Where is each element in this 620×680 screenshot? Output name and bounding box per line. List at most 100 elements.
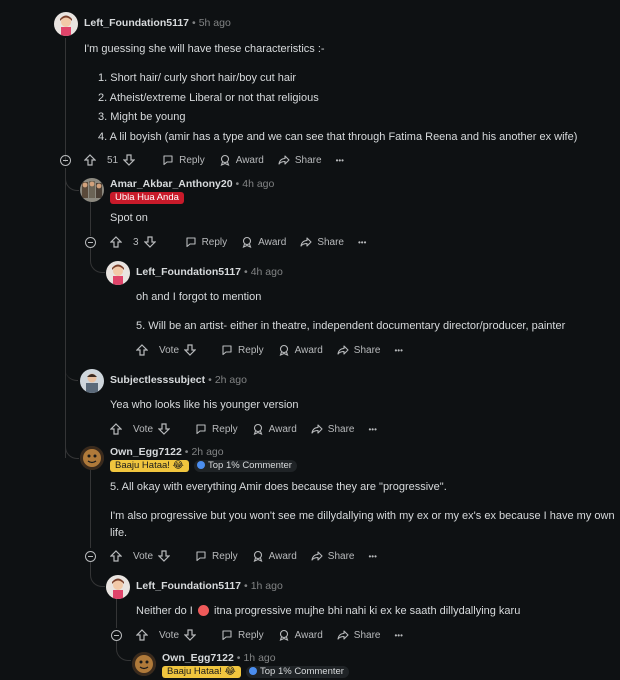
reply-button[interactable]: Reply bbox=[162, 154, 205, 166]
username[interactable]: Left_Foundation5117 bbox=[84, 17, 189, 29]
timestamp[interactable]: 1h ago bbox=[251, 580, 283, 592]
downvote-icon[interactable] bbox=[184, 629, 197, 641]
vote-group: 51 bbox=[84, 154, 140, 166]
separator-dot: • bbox=[236, 652, 241, 664]
downvote-icon[interactable] bbox=[158, 550, 171, 562]
avatar[interactable] bbox=[80, 178, 104, 202]
award-icon bbox=[242, 236, 252, 248]
comment-meta: Left_Foundation5117 • 5h ago bbox=[84, 17, 231, 29]
reply-label: Reply bbox=[238, 629, 264, 641]
more-options-button[interactable]: ••• bbox=[358, 238, 366, 247]
timestamp[interactable]: 2h ago bbox=[215, 374, 247, 386]
thread-connector bbox=[116, 640, 131, 661]
comment-text: oh and I forgot to mention bbox=[136, 291, 262, 303]
reply-label: Reply bbox=[201, 236, 228, 248]
reply-label: Reply bbox=[212, 550, 238, 562]
thread-line bbox=[90, 200, 91, 236]
reply-button[interactable]: Reply bbox=[195, 423, 238, 435]
username[interactable]: Left_Foundation5117 bbox=[136, 266, 241, 278]
collapse-thread-button[interactable] bbox=[85, 237, 96, 248]
timestamp[interactable]: 1h ago bbox=[243, 652, 275, 664]
vote-group: 3 bbox=[110, 236, 161, 248]
username[interactable]: Own_Egg7122 bbox=[162, 652, 234, 664]
upvote-icon[interactable] bbox=[110, 236, 122, 248]
award-button[interactable]: Award bbox=[219, 154, 264, 166]
comment-actions: Vote Reply Award Share ••• bbox=[110, 423, 391, 435]
downvote-icon[interactable] bbox=[123, 154, 136, 166]
upvote-icon[interactable] bbox=[110, 550, 122, 562]
award-button[interactable]: Award bbox=[278, 344, 323, 356]
vote-count: 3 bbox=[133, 236, 139, 248]
list-item: 1. Short hair/ curly short hair/boy cut … bbox=[98, 72, 297, 84]
vote-count: Vote bbox=[159, 344, 180, 356]
separator-dot: • bbox=[192, 17, 196, 29]
collapse-thread-button[interactable] bbox=[111, 630, 122, 641]
more-options-button[interactable]: ••• bbox=[394, 631, 402, 640]
upvote-icon[interactable] bbox=[110, 423, 122, 435]
username[interactable]: Left_Foundation5117 bbox=[136, 580, 241, 592]
award-button[interactable]: Award bbox=[241, 236, 286, 248]
separator-dot: • bbox=[184, 446, 189, 458]
share-label: Share bbox=[327, 423, 355, 435]
reply-button[interactable]: Reply bbox=[185, 236, 228, 248]
badge-icon bbox=[197, 461, 205, 469]
comment-text-part: itna progressive mujhe bhi nahi ki ex ke… bbox=[214, 605, 521, 617]
award-label: Award bbox=[235, 154, 264, 166]
reply-icon bbox=[186, 237, 196, 248]
reply-button[interactable]: Reply bbox=[195, 550, 238, 562]
avatar[interactable] bbox=[106, 575, 130, 599]
comment-actions: 51 Reply Award Share ••• bbox=[84, 154, 358, 166]
downvote-icon[interactable] bbox=[158, 423, 171, 435]
vote-count: 51 bbox=[107, 154, 119, 166]
thread-connector bbox=[90, 562, 105, 587]
more-options-button[interactable]: ••• bbox=[336, 156, 344, 165]
more-options-button[interactable]: ••• bbox=[394, 346, 402, 355]
timestamp[interactable]: 4h ago bbox=[242, 178, 274, 190]
award-button[interactable]: Award bbox=[278, 629, 323, 641]
timestamp[interactable]: 2h ago bbox=[191, 446, 223, 458]
vote-count: Vote bbox=[133, 550, 154, 562]
username[interactable]: Subjectlesssubject bbox=[110, 374, 205, 386]
share-button[interactable]: Share bbox=[311, 423, 355, 435]
share-button[interactable]: Share bbox=[300, 236, 344, 248]
reply-label: Reply bbox=[179, 154, 205, 166]
upvote-icon[interactable] bbox=[136, 344, 148, 356]
share-button[interactable]: Share bbox=[337, 344, 381, 356]
share-button[interactable]: Share bbox=[278, 154, 322, 166]
more-options-button[interactable]: ••• bbox=[368, 425, 376, 434]
share-label: Share bbox=[353, 344, 381, 356]
reply-button[interactable]: Reply bbox=[221, 344, 264, 356]
share-button[interactable]: Share bbox=[337, 629, 380, 641]
upvote-icon[interactable] bbox=[84, 154, 96, 166]
avatar[interactable] bbox=[80, 369, 104, 393]
upvote-icon[interactable] bbox=[136, 629, 148, 641]
share-button[interactable]: Share bbox=[311, 550, 354, 562]
top-commenter-badge: Top 1% Commenter bbox=[246, 666, 349, 678]
avatar[interactable] bbox=[80, 446, 104, 470]
comment-meta: Left_Foundation5117 • 4h ago bbox=[136, 266, 283, 278]
timestamp[interactable]: 4h ago bbox=[251, 266, 283, 278]
username[interactable]: Own_Egg7122 bbox=[110, 446, 182, 458]
reply-icon bbox=[163, 155, 173, 166]
more-options-button[interactable]: ••• bbox=[368, 552, 376, 561]
list-item: 2. Atheist/extreme Liberal or not that r… bbox=[98, 91, 319, 104]
user-flair: Ubla Hua Anda bbox=[110, 192, 184, 204]
award-button[interactable]: Award bbox=[252, 550, 297, 562]
downvote-icon[interactable] bbox=[184, 344, 197, 356]
comment-text: Spot on bbox=[110, 212, 148, 224]
username[interactable]: Amar_Akbar_Anthony20 bbox=[110, 178, 233, 190]
comment-meta: Own_Egg7122 • 2h ago bbox=[110, 446, 224, 458]
collapse-thread-button[interactable] bbox=[60, 155, 71, 166]
downvote-icon[interactable] bbox=[143, 236, 156, 248]
rolling-eyes-emoji-icon bbox=[197, 605, 209, 616]
award-button[interactable]: Award bbox=[252, 423, 297, 435]
collapse-thread-button[interactable] bbox=[85, 551, 96, 562]
timestamp[interactable]: 5h ago bbox=[199, 17, 231, 29]
comment-meta: Subjectlesssubject • 2h ago bbox=[110, 374, 247, 386]
reply-button[interactable]: Reply bbox=[221, 629, 264, 641]
comment-text: I'm guessing she will have these charact… bbox=[84, 43, 325, 55]
reply-icon bbox=[196, 424, 206, 435]
avatar[interactable] bbox=[132, 652, 156, 676]
avatar[interactable] bbox=[106, 261, 130, 285]
avatar[interactable] bbox=[54, 12, 78, 36]
